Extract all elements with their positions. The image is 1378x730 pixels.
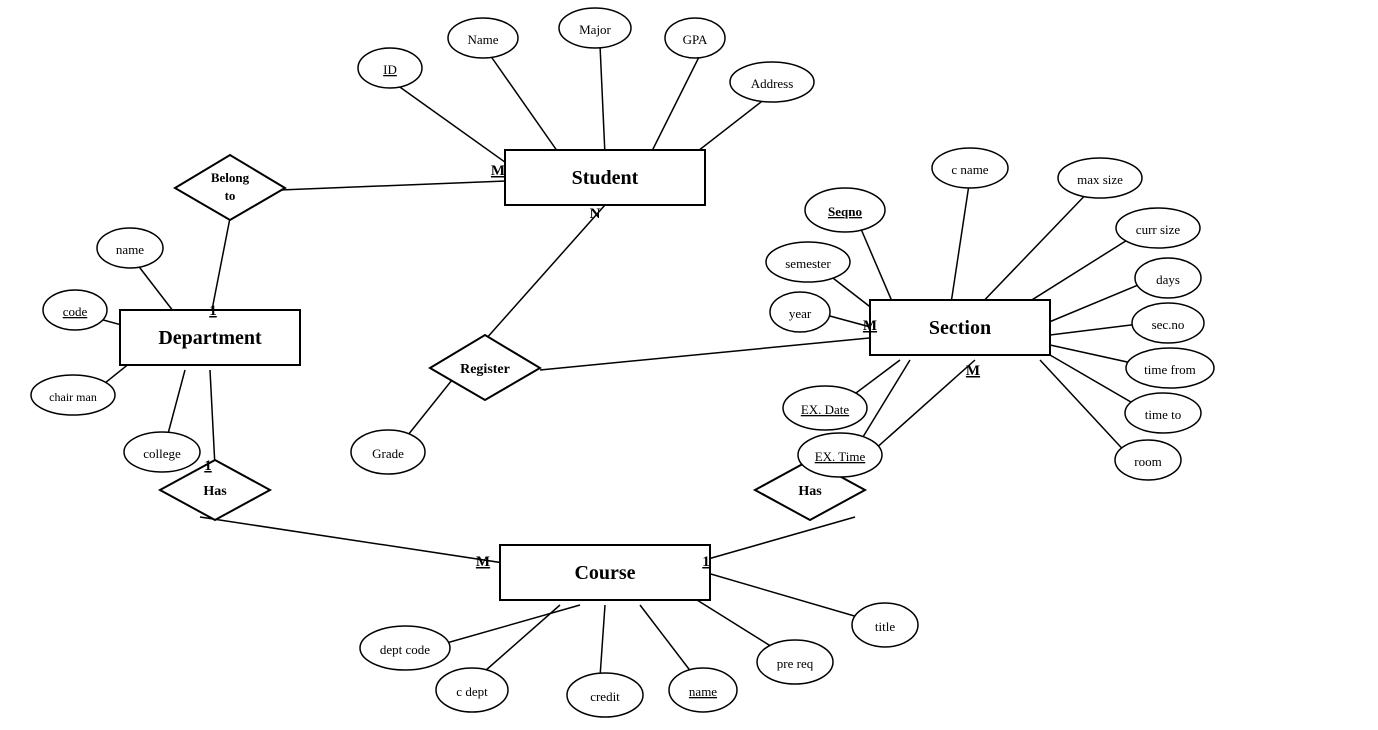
- svg-text:time to: time to: [1145, 407, 1181, 422]
- cardinality-has-dept-course: M: [476, 554, 490, 570]
- svg-text:Has: Has: [203, 484, 227, 499]
- entity-course-label: Course: [574, 562, 635, 584]
- svg-text:code: code: [63, 304, 88, 319]
- svg-text:Seqno: Seqno: [828, 204, 862, 219]
- svg-text:Has: Has: [798, 484, 822, 499]
- entity-section-label: Section: [929, 317, 991, 339]
- er-diagram: Student Department Section Course Belong…: [0, 0, 1378, 730]
- cardinality-has-dept-dept: 1: [204, 458, 212, 474]
- svg-text:year: year: [789, 306, 812, 321]
- svg-text:EX. Date: EX. Date: [801, 402, 850, 417]
- cardinality-has-section-section: M: [966, 363, 980, 379]
- svg-text:Belong: Belong: [211, 170, 250, 185]
- svg-text:Address: Address: [751, 76, 794, 91]
- svg-text:chair man: chair man: [49, 390, 97, 404]
- svg-text:name: name: [116, 242, 144, 257]
- svg-text:semester: semester: [785, 256, 831, 271]
- svg-text:EX. Time: EX. Time: [815, 449, 866, 464]
- svg-text:college: college: [143, 446, 181, 461]
- svg-text:dept code: dept code: [380, 642, 430, 657]
- svg-text:max size: max size: [1077, 172, 1123, 187]
- svg-text:Register: Register: [460, 362, 510, 377]
- svg-text:Grade: Grade: [372, 446, 404, 461]
- svg-text:days: days: [1156, 272, 1180, 287]
- cardinality-register-section: M: [863, 318, 877, 334]
- svg-text:sec.no: sec.no: [1152, 317, 1185, 332]
- svg-text:time from: time from: [1144, 362, 1196, 377]
- svg-text:Major: Major: [579, 22, 611, 37]
- svg-text:ID: ID: [383, 62, 397, 77]
- svg-text:GPA: GPA: [683, 32, 708, 47]
- svg-text:curr size: curr size: [1136, 222, 1181, 237]
- cardinality-belong-student: M: [491, 163, 505, 179]
- entity-student-label: Student: [572, 167, 639, 189]
- entity-department-label: Department: [158, 327, 262, 349]
- svg-text:c name: c name: [951, 162, 988, 177]
- svg-text:Name: Name: [467, 32, 498, 47]
- svg-text:pre req: pre req: [777, 656, 814, 671]
- svg-text:c dept: c dept: [456, 684, 488, 699]
- cardinality-has-section-course: 1: [702, 554, 710, 570]
- svg-text:name: name: [689, 684, 717, 699]
- svg-text:credit: credit: [590, 689, 620, 704]
- svg-text:to: to: [225, 188, 236, 203]
- cardinality-register-student: N: [590, 206, 601, 222]
- cardinality-belong-dept: 1: [209, 303, 217, 319]
- svg-text:title: title: [875, 619, 895, 634]
- svg-text:room: room: [1134, 454, 1161, 469]
